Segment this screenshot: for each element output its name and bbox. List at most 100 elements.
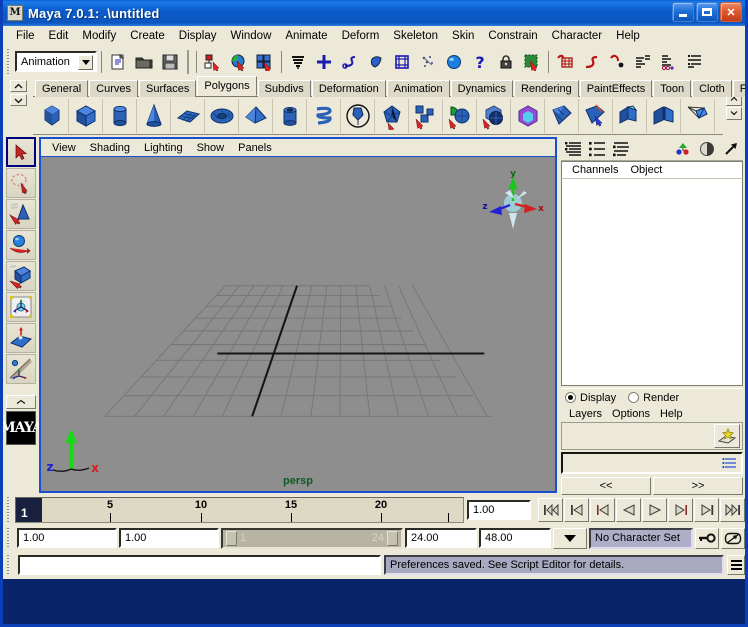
menu-deform[interactable]: Deform bbox=[335, 28, 387, 44]
range-slider-gripper[interactable] bbox=[5, 528, 13, 548]
auto-key-icon[interactable] bbox=[695, 527, 719, 549]
layer-menu-options[interactable]: Options bbox=[607, 408, 655, 420]
poly-cylinder-icon[interactable] bbox=[103, 98, 137, 133]
step-back-key-button[interactable] bbox=[590, 498, 615, 522]
poly-torus-icon[interactable] bbox=[205, 98, 239, 133]
tool-settings-icon[interactable] bbox=[609, 138, 633, 160]
smooth-icon[interactable] bbox=[511, 98, 545, 133]
maximize-button[interactable] bbox=[696, 2, 718, 22]
curve-mask-icon[interactable] bbox=[337, 49, 363, 75]
playback-end-time-field[interactable]: 24.00 bbox=[405, 528, 477, 548]
layer-list-options-icon[interactable] bbox=[719, 454, 741, 472]
channel-box-icon[interactable] bbox=[671, 138, 695, 160]
poly-cube-icon[interactable] bbox=[69, 98, 103, 133]
poly-prism-icon[interactable] bbox=[239, 98, 273, 133]
snap-to-grid-icon[interactable] bbox=[552, 49, 578, 75]
animation-end-time-field[interactable]: 48.00 bbox=[479, 528, 551, 548]
range-slider-left-handle[interactable] bbox=[226, 530, 237, 546]
shelf-tab-subdivs[interactable]: Subdivs bbox=[257, 80, 311, 97]
select-by-component-type-icon[interactable] bbox=[252, 49, 278, 75]
shelf-tab-fluids[interactable]: Flu bbox=[732, 80, 745, 97]
channel-box-menu-channels[interactable]: Channels bbox=[566, 164, 624, 176]
merge-vertices-icon[interactable] bbox=[647, 98, 681, 133]
current-frame-indicator[interactable]: 1 bbox=[16, 498, 42, 522]
viewport-menu-show[interactable]: Show bbox=[190, 141, 232, 155]
shelf-tab-rendering[interactable]: Rendering bbox=[513, 80, 579, 97]
render-mode-radio[interactable] bbox=[628, 392, 640, 403]
layer-prev-button[interactable]: << bbox=[561, 477, 651, 495]
new-scene-icon[interactable] bbox=[105, 49, 131, 75]
lock-selection-icon[interactable] bbox=[493, 49, 519, 75]
combine-icon[interactable] bbox=[409, 98, 443, 133]
toolbox-quick-layout-slot[interactable] bbox=[6, 395, 36, 409]
attribute-editor-icon[interactable] bbox=[585, 138, 609, 160]
shelf-menu-up-icon[interactable] bbox=[9, 80, 27, 92]
status-line-gripper[interactable] bbox=[5, 48, 13, 75]
go-to-start-button[interactable] bbox=[538, 498, 563, 522]
playback-options-chevron-down-icon[interactable] bbox=[553, 527, 587, 549]
lasso-tool[interactable] bbox=[6, 168, 36, 198]
select-tool[interactable] bbox=[6, 137, 36, 167]
playback-start-time-field[interactable]: 1.00 bbox=[119, 528, 219, 548]
viewport-menu-view[interactable]: View bbox=[45, 141, 83, 155]
menu-set-selector[interactable]: Animation bbox=[15, 51, 97, 72]
layer-menu-help[interactable]: Help bbox=[655, 408, 688, 420]
menu-create[interactable]: Create bbox=[123, 28, 172, 44]
dynamics-mask-icon[interactable] bbox=[415, 49, 441, 75]
command-input[interactable] bbox=[18, 555, 381, 575]
shelf-tab-general[interactable]: General bbox=[35, 80, 89, 97]
select-by-object-type-icon[interactable] bbox=[226, 49, 252, 75]
viewport-canvas[interactable]: y x z x z persp bbox=[41, 157, 555, 491]
step-back-frames-button[interactable] bbox=[564, 498, 589, 522]
range-slider-right-handle[interactable] bbox=[387, 530, 398, 546]
menu-skin[interactable]: Skin bbox=[445, 28, 481, 44]
universal-manipulator-tool[interactable] bbox=[6, 292, 36, 322]
animation-start-time-field[interactable]: 1.00 bbox=[17, 528, 117, 548]
sculpt-geometry-icon[interactable] bbox=[681, 98, 715, 133]
shelf-tab-deformation[interactable]: Deformation bbox=[311, 80, 386, 97]
menu-character[interactable]: Character bbox=[545, 28, 610, 44]
poly-plane-icon[interactable] bbox=[171, 98, 205, 133]
handles-mask-icon[interactable] bbox=[311, 49, 337, 75]
open-scene-icon[interactable] bbox=[131, 49, 157, 75]
viewport-menu-panels[interactable]: Panels bbox=[231, 141, 279, 155]
rotate-tool[interactable] bbox=[6, 230, 36, 260]
animation-preferences-icon[interactable] bbox=[721, 527, 745, 549]
shelf-tab-polygons[interactable]: Polygons bbox=[197, 76, 257, 96]
menu-constrain[interactable]: Constrain bbox=[481, 28, 544, 44]
step-forward-key-button[interactable] bbox=[668, 498, 693, 522]
go-to-end-button[interactable] bbox=[720, 498, 745, 522]
highlight-selection-icon[interactable] bbox=[519, 49, 545, 75]
menu-help[interactable]: Help bbox=[609, 28, 647, 44]
layer-menu-layers[interactable]: Layers bbox=[564, 408, 607, 420]
extrude-face-icon[interactable] bbox=[545, 98, 579, 133]
menu-modify[interactable]: Modify bbox=[75, 28, 123, 44]
shelf-tab-cloth[interactable]: Cloth bbox=[692, 80, 732, 97]
poly-helix-icon[interactable] bbox=[307, 98, 341, 133]
menu-edit[interactable]: Edit bbox=[42, 28, 76, 44]
shelf-tab-dynamics[interactable]: Dynamics bbox=[450, 80, 513, 97]
shelf-menu-down-icon[interactable] bbox=[9, 94, 27, 106]
close-button[interactable]: ✕ bbox=[720, 2, 742, 22]
menu-animate[interactable]: Animate bbox=[278, 28, 334, 44]
misc-mask-icon[interactable]: ? bbox=[467, 49, 493, 75]
shelf-tab-curves[interactable]: Curves bbox=[89, 80, 138, 97]
play-forwards-button[interactable] bbox=[642, 498, 667, 522]
display-layer-icon[interactable] bbox=[719, 138, 743, 160]
anim-layer-icon[interactable] bbox=[695, 138, 719, 160]
split-polygon-icon[interactable] bbox=[579, 98, 613, 133]
attribute-editor-icon[interactable] bbox=[682, 49, 708, 75]
select-by-hierarchy-icon[interactable] bbox=[200, 49, 226, 75]
soft-modification-tool[interactable] bbox=[6, 323, 36, 353]
layer-list[interactable] bbox=[561, 452, 743, 474]
deformation-mask-icon[interactable] bbox=[389, 49, 415, 75]
channel-box-layer-editor-icon[interactable] bbox=[561, 138, 585, 160]
viewport-menu-shading[interactable]: Shading bbox=[83, 141, 137, 155]
shelf-tab-surfaces[interactable]: Surfaces bbox=[138, 80, 197, 97]
save-scene-icon[interactable] bbox=[157, 49, 183, 75]
menu-file[interactable]: File bbox=[9, 28, 42, 44]
poly-soccer-ball-icon[interactable] bbox=[341, 98, 375, 133]
layer-next-button[interactable]: >> bbox=[653, 477, 743, 495]
boolean-difference-icon[interactable] bbox=[477, 98, 511, 133]
menu-window[interactable]: Window bbox=[223, 28, 278, 44]
